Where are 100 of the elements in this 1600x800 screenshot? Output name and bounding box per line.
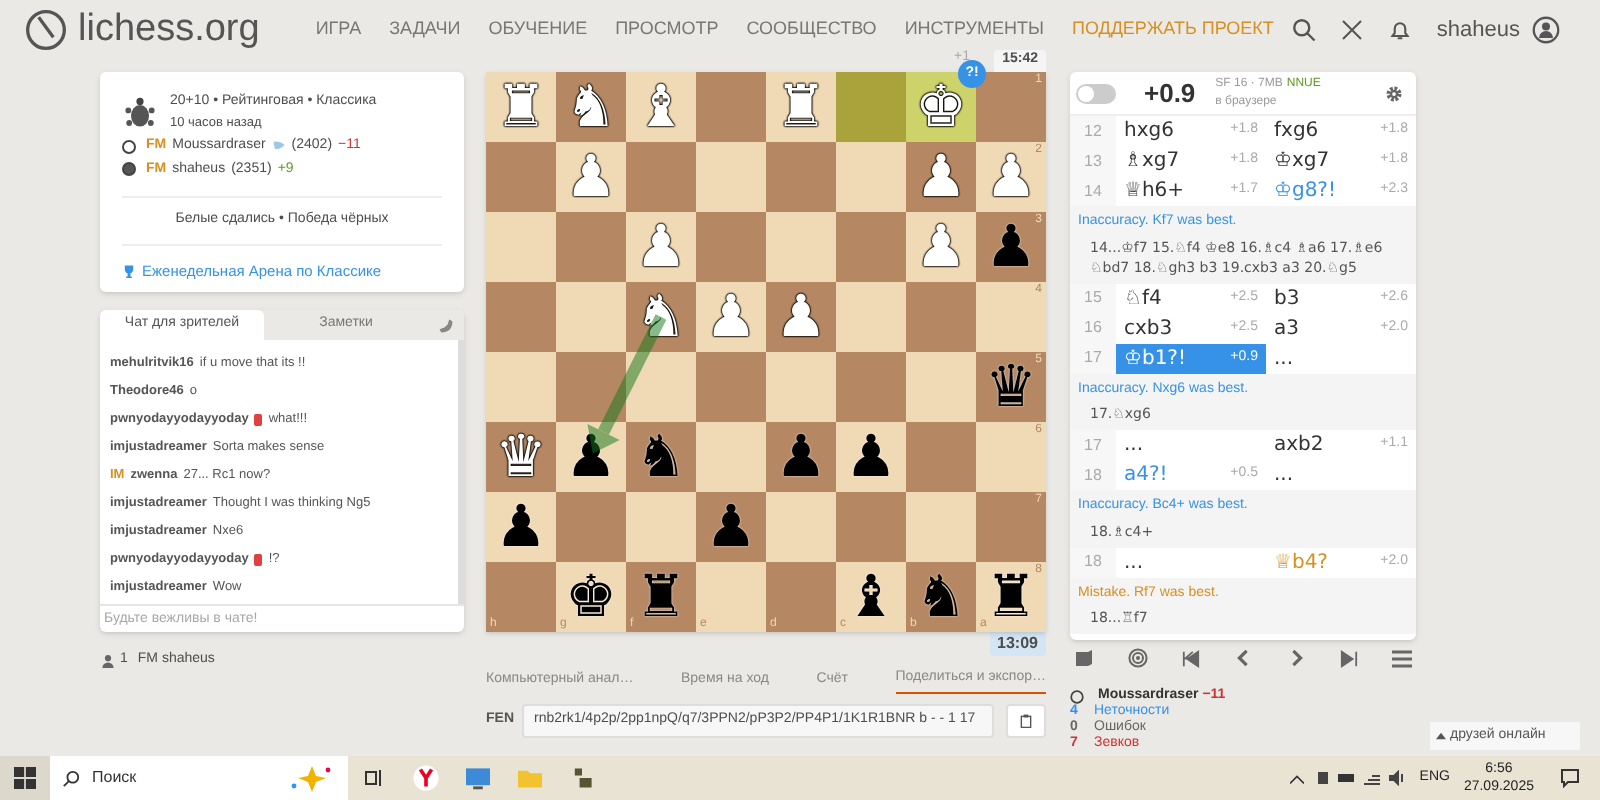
last-move-icon[interactable] xyxy=(1339,649,1358,667)
chess-piece[interactable]: ♞ xyxy=(915,568,967,626)
nav-link[interactable]: СООБЩЕСТВО xyxy=(746,16,877,44)
sparkle-icon xyxy=(288,764,336,792)
move-san: ... xyxy=(1274,462,1294,490)
board-square[interactable] xyxy=(556,212,626,282)
next-move-icon[interactable] xyxy=(1287,648,1306,668)
move-number: 17 xyxy=(1070,430,1116,460)
nav-link[interactable]: ОБУЧЕНИЕ xyxy=(488,16,588,44)
board-square[interactable] xyxy=(766,492,836,562)
board-square[interactable] xyxy=(626,492,696,562)
move-number: 18 xyxy=(1070,460,1116,490)
highlighted-square[interactable] xyxy=(836,72,906,142)
move-cell[interactable]: ... xyxy=(1116,547,1266,577)
search-icon[interactable] xyxy=(1292,18,1317,42)
previous-move-icon[interactable] xyxy=(1234,648,1253,668)
move-cell[interactable]: ... xyxy=(1266,460,1416,490)
site-logo[interactable]: lichess.org xyxy=(78,1,260,59)
evaluation-score: +0.9 xyxy=(1144,75,1196,112)
board-square[interactable] xyxy=(486,282,556,352)
board-square[interactable] xyxy=(906,282,976,352)
board-square[interactable] xyxy=(836,142,906,212)
chess-piece[interactable]: ♜ xyxy=(985,568,1037,626)
move-san: ... xyxy=(1274,345,1294,373)
board-square[interactable] xyxy=(696,422,766,492)
move-number: 13 xyxy=(1070,146,1116,176)
first-move-icon[interactable] xyxy=(1182,649,1201,667)
board-square[interactable] xyxy=(696,142,766,212)
chess-piece[interactable]: ♝ xyxy=(845,568,897,626)
board-square[interactable] xyxy=(556,352,626,422)
move-number: 16 xyxy=(1070,313,1116,343)
tray-icons-drawing[interactable] xyxy=(1317,770,1406,786)
chess-piece[interactable]: ♚ xyxy=(565,568,617,626)
move-san: cxb3 xyxy=(1124,315,1173,343)
move-san: ... xyxy=(1124,549,1144,577)
caret-up-icon xyxy=(1436,732,1446,740)
move-san: a4?! xyxy=(1124,462,1168,490)
nav-link[interactable]: ЗАДАЧИ xyxy=(389,16,461,44)
board-square[interactable] xyxy=(696,72,766,142)
move-number: 18 xyxy=(1070,547,1116,577)
move-san: ♔g8?! xyxy=(1274,178,1336,206)
board-square[interactable] xyxy=(836,212,906,282)
move-san: a3 xyxy=(1274,315,1299,343)
move-number: 14 xyxy=(1070,176,1116,206)
move-san: ♕b4? xyxy=(1274,549,1328,577)
move-number: 12 xyxy=(1070,116,1116,146)
board-square[interactable] xyxy=(626,142,696,212)
turtle-icon xyxy=(122,95,158,131)
circle-icon xyxy=(1070,689,1084,703)
board-square[interactable] xyxy=(696,352,766,422)
board-square[interactable] xyxy=(556,492,626,562)
move-san: ♔xg7 xyxy=(1274,148,1330,176)
move-cell[interactable]: ... xyxy=(1266,343,1416,373)
move-san: ♕h6+ xyxy=(1124,178,1185,206)
chevron-up-icon[interactable] xyxy=(1289,773,1304,783)
user-avatar-icon[interactable] xyxy=(1532,16,1560,44)
username-link[interactable]: shaheus xyxy=(1436,13,1520,47)
taskbar-search[interactable]: Поиск xyxy=(50,756,348,800)
move-san: hxg6 xyxy=(1124,118,1174,146)
spectator-icon xyxy=(102,653,114,668)
move-number: 17 xyxy=(1070,343,1116,373)
board-square[interactable] xyxy=(626,352,696,422)
board-square[interactable] xyxy=(766,352,836,422)
board-square[interactable] xyxy=(836,492,906,562)
move-san: ... xyxy=(1124,432,1144,460)
chess-piece[interactable]: ♛ xyxy=(985,358,1037,416)
bell-icon[interactable] xyxy=(1388,18,1413,42)
clipboard-icon[interactable] xyxy=(1006,703,1046,737)
notification-icon[interactable] xyxy=(1560,768,1580,788)
board-square[interactable] xyxy=(906,352,976,422)
move-san: b3 xyxy=(1274,285,1300,313)
move-san: ♗xg7 xyxy=(1124,148,1180,176)
windows-start-icon[interactable] xyxy=(0,756,50,800)
board-square[interactable] xyxy=(556,282,626,352)
menu-icon[interactable] xyxy=(1391,649,1412,667)
engine-toggle[interactable] xyxy=(1076,83,1116,103)
board-square[interactable] xyxy=(836,282,906,352)
board-square[interactable] xyxy=(486,352,556,422)
search-icon xyxy=(62,769,80,787)
board-square[interactable] xyxy=(906,492,976,562)
trophy-icon xyxy=(122,263,136,278)
board-square[interactable] xyxy=(766,212,836,282)
board-square[interactable] xyxy=(486,212,556,282)
board-square[interactable] xyxy=(766,142,836,212)
move-san: ♘f4 xyxy=(1124,285,1162,313)
move-san: fxg6 xyxy=(1274,118,1319,146)
move-san: axb2 xyxy=(1274,432,1324,460)
board-square[interactable] xyxy=(836,352,906,422)
move-cell[interactable]: ... xyxy=(1116,430,1266,460)
move-number: 15 xyxy=(1070,283,1116,313)
board-square[interactable] xyxy=(696,212,766,282)
chess-piece[interactable]: ♜ xyxy=(635,568,687,626)
board-square[interactable] xyxy=(486,142,556,212)
nav-link[interactable]: ИНСТРУМЕНТЫ xyxy=(904,16,1044,44)
target-icon[interactable] xyxy=(1128,648,1149,668)
nav-link[interactable]: ПРОСМОТР xyxy=(615,16,719,44)
nav-link[interactable]: ИГРА xyxy=(315,16,362,44)
chess-piece[interactable]: ♟ xyxy=(985,218,1037,276)
settings-icon[interactable] xyxy=(1384,83,1404,103)
board-square[interactable] xyxy=(906,422,976,492)
